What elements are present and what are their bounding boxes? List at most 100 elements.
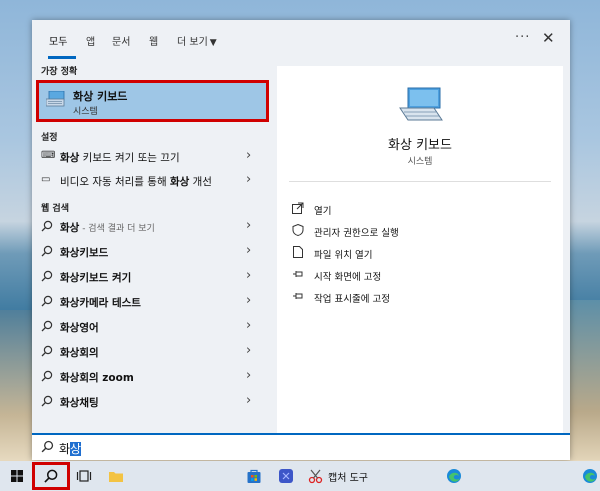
- web-search-item[interactable]: 화상회의 zoom ›: [32, 365, 275, 389]
- action-open-file-location[interactable]: 파일 위치 열기: [292, 245, 552, 263]
- chevron-down-icon: ▼: [209, 38, 217, 48]
- more-options-button[interactable]: ···: [515, 30, 530, 45]
- label-match: 화상: [169, 176, 190, 188]
- web-search-label: 화상 - 검색 결과 더 보기: [60, 220, 155, 235]
- search-typed-text: 화: [59, 442, 71, 456]
- tab-documents[interactable]: 문서: [112, 33, 130, 48]
- close-button[interactable]: ✕: [542, 29, 555, 47]
- keyboard-icon: [46, 91, 65, 107]
- web-search-item[interactable]: 화상회의 ›: [32, 340, 275, 364]
- web-search-label: 화상회의 zoom: [60, 370, 134, 385]
- web-search-item[interactable]: 화상채팅 ›: [32, 390, 275, 414]
- web-search-label: 화상회의: [60, 345, 99, 360]
- windows-logo-icon[interactable]: [11, 470, 23, 482]
- edge-icon[interactable]: [446, 468, 462, 484]
- taskbar-search-button[interactable]: [32, 462, 70, 490]
- action-run-as-admin[interactable]: 관리자 권한으로 실행: [292, 223, 552, 241]
- action-label: 관리자 권한으로 실행: [314, 228, 399, 239]
- preview-subtitle: 시스템: [407, 157, 433, 167]
- search-panel: 모두 앱 문서 웹 더 보기 ▼ ··· ✕ 가장 정확 화상 키보드 시스템 설…: [32, 20, 570, 460]
- chevron-right-icon: ›: [246, 293, 252, 308]
- chevron-right-icon: ›: [246, 148, 252, 163]
- best-match-title: 화상 키보드: [73, 90, 128, 103]
- pin-icon: [293, 271, 303, 277]
- label-post: 개선: [189, 176, 212, 188]
- best-match-item[interactable]: 화상 키보드 시스템: [36, 80, 269, 122]
- chevron-right-icon: ›: [246, 343, 252, 358]
- web-search-item[interactable]: 화상 - 검색 결과 더 보기 ›: [32, 215, 275, 239]
- snipping-tool-icon[interactable]: [308, 468, 324, 484]
- preview-title: 화상 키보드: [388, 138, 452, 153]
- task-view-icon[interactable]: [76, 468, 92, 484]
- search-icon: [41, 220, 53, 232]
- web-search-text: 화상채팅: [60, 397, 99, 409]
- file-location-icon: [293, 246, 303, 258]
- tab-web[interactable]: 웹: [149, 33, 158, 48]
- chevron-right-icon: ›: [246, 218, 252, 233]
- web-search-hint: - 검색 결과 더 보기: [79, 224, 155, 234]
- tab-apps[interactable]: 앱: [86, 33, 95, 48]
- web-search-label: 화상키보드 켜기: [60, 270, 131, 285]
- web-search-text: 화상회의 zoom: [60, 372, 134, 384]
- best-match-subtitle: 시스템: [73, 107, 98, 117]
- web-search-text: 화상회의: [60, 347, 99, 359]
- action-label: 시작 화면에 고정: [314, 272, 382, 283]
- tab-all[interactable]: 모두: [49, 33, 67, 48]
- app-icon[interactable]: [278, 468, 294, 484]
- search-icon: [41, 370, 53, 382]
- label-match: 화상: [60, 152, 80, 164]
- video-icon: ▭: [41, 174, 51, 185]
- search-input[interactable]: 화상: [32, 433, 570, 460]
- settings-header: 설정: [41, 133, 58, 143]
- search-icon: [41, 295, 53, 307]
- wallpaper-shore-left: [0, 310, 34, 460]
- snipping-tool-label: 캡처 도구: [328, 473, 368, 484]
- results-list: 가장 정확 화상 키보드 시스템 설정 ⌨ 화상 키보드 켜기 또는 끄기 › …: [32, 62, 275, 434]
- chevron-right-icon: ›: [246, 268, 252, 283]
- search-icon: [44, 469, 58, 483]
- action-open[interactable]: 열기: [292, 201, 552, 219]
- web-search-label: 화상카메라 테스트: [60, 295, 141, 310]
- label-post: 키보드 켜기 또는 끄기: [79, 152, 180, 164]
- web-search-label: 화상키보드: [60, 245, 108, 260]
- folder-icon[interactable]: [108, 468, 124, 484]
- chevron-right-icon: ›: [246, 243, 252, 258]
- best-match-header: 가장 정확: [41, 67, 78, 77]
- action-label: 작업 표시줄에 고정: [314, 294, 390, 305]
- web-search-text: 화상: [60, 222, 80, 234]
- settings-item-label: 화상 키보드 켜기 또는 끄기: [60, 150, 180, 165]
- search-composing-text: 상: [70, 442, 82, 456]
- store-icon[interactable]: [246, 468, 262, 484]
- search-icon: [41, 440, 54, 453]
- web-search-item[interactable]: 화상키보드 켜기 ›: [32, 265, 275, 289]
- web-search-item[interactable]: 화상카메라 테스트 ›: [32, 290, 275, 314]
- search-icon: [41, 345, 53, 357]
- chevron-right-icon: ›: [246, 318, 252, 333]
- action-label: 파일 위치 열기: [314, 250, 373, 261]
- action-pin-to-start[interactable]: 시작 화면에 고정: [292, 267, 552, 285]
- preview-pane: 화상 키보드 시스템 열기 관리자 권한으로 실행 파일 위치 열기 시작 화면…: [277, 66, 563, 434]
- chevron-right-icon: ›: [246, 172, 252, 187]
- web-search-label: 화상채팅: [60, 395, 99, 410]
- tab-more-label: 더 보기: [177, 37, 208, 48]
- tab-more[interactable]: 더 보기 ▼: [177, 33, 217, 48]
- search-icon: [41, 395, 53, 407]
- search-icon: [41, 270, 53, 282]
- action-pin-to-taskbar[interactable]: 작업 표시줄에 고정: [292, 289, 552, 307]
- edge-icon[interactable]: [582, 468, 598, 484]
- search-query: 화상: [59, 440, 82, 457]
- web-search-item[interactable]: 화상키보드 ›: [32, 240, 275, 264]
- web-search-item[interactable]: 화상영어 ›: [32, 315, 275, 339]
- web-search-text: 화상카메라 테스트: [60, 297, 141, 309]
- settings-item-video-enhance[interactable]: ▭ 비디오 자동 처리를 통해 화상 개선 ›: [32, 169, 275, 193]
- chevron-right-icon: ›: [246, 368, 252, 383]
- chevron-right-icon: ›: [246, 393, 252, 408]
- web-search-header: 웹 검색: [41, 204, 69, 214]
- action-label: 열기: [314, 206, 332, 217]
- keyboard-icon: [399, 87, 443, 121]
- search-icon: [41, 245, 53, 257]
- search-icon: [41, 320, 53, 332]
- pin-icon: [293, 293, 303, 299]
- open-icon: [292, 202, 304, 214]
- settings-item-keyboard-toggle[interactable]: ⌨ 화상 키보드 켜기 또는 끄기 ›: [32, 145, 275, 169]
